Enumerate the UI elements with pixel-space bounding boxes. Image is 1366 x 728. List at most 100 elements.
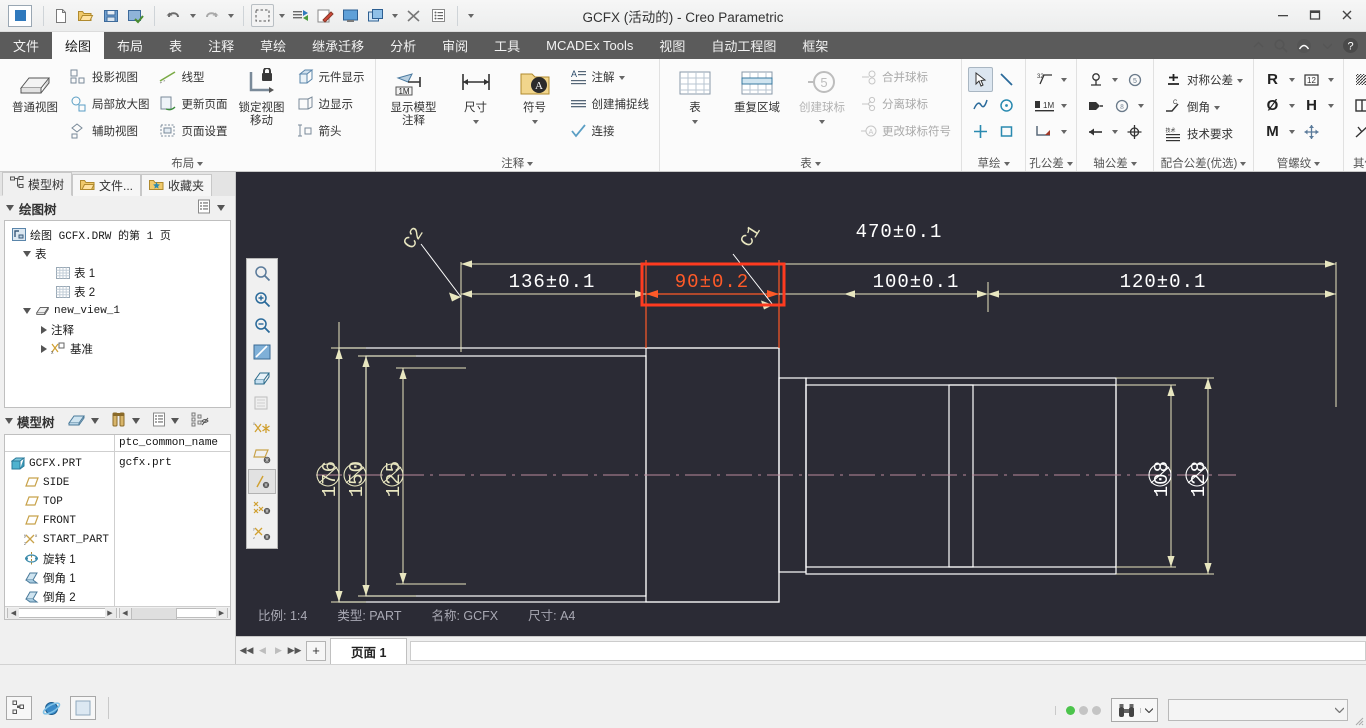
ribbon-group-annotate-title[interactable]: 注释 bbox=[378, 154, 658, 171]
tree-layers-icon[interactable] bbox=[191, 412, 209, 431]
collapse-ribbon-icon[interactable] bbox=[1248, 36, 1268, 56]
note-dropdown-icon[interactable] bbox=[619, 71, 625, 83]
tab-favorites[interactable]: 收藏夹 bbox=[141, 174, 213, 196]
display-style-icon[interactable] bbox=[248, 365, 276, 390]
scroll-right-icon[interactable]: ▶ bbox=[104, 607, 116, 619]
tab-framework[interactable]: 框架 bbox=[789, 32, 841, 59]
undo-icon[interactable] bbox=[162, 4, 185, 27]
arrows-button[interactable]: 箭头 bbox=[292, 118, 369, 144]
show-model-annotations-button[interactable]: 1M 显示模型 注释 bbox=[382, 64, 446, 130]
select-dropdown-icon[interactable] bbox=[276, 4, 287, 27]
web-browser-icon[interactable] bbox=[38, 696, 64, 720]
change-balloon-symbol-button[interactable]: A 更改球标符号 bbox=[855, 118, 955, 144]
chevron-down-icon[interactable] bbox=[5, 418, 13, 424]
tab-view[interactable]: 视图 bbox=[646, 32, 698, 59]
ribbon-group-pipe-thread-title[interactable]: 管螺纹 bbox=[1256, 154, 1341, 171]
chevron-down-icon[interactable] bbox=[6, 205, 14, 211]
chamfer-dropdown-icon[interactable] bbox=[1214, 101, 1220, 113]
select-tool-icon[interactable] bbox=[968, 67, 993, 92]
ribbon-group-other-title[interactable]: 其他 bbox=[1346, 154, 1366, 171]
tab-annotate[interactable]: 注释 bbox=[195, 32, 247, 59]
chevron-down-icon[interactable] bbox=[23, 250, 31, 257]
model-row-side[interactable]: SIDE bbox=[5, 473, 114, 492]
csys-display-icon[interactable]: yz bbox=[248, 521, 276, 546]
drawing-canvas[interactable]: 470±0.1 136±0.1 100±0.1 120±0.1 90±0.2 1… bbox=[236, 172, 1366, 636]
datum-feature-icon[interactable] bbox=[1083, 67, 1108, 92]
balloon-axis-icon[interactable]: 5 bbox=[1122, 67, 1147, 92]
move-dimension-icon[interactable] bbox=[1299, 119, 1324, 144]
tab-sketch[interactable]: 草绘 bbox=[247, 32, 299, 59]
model-row-chamfer-1[interactable]: 倒角 1 bbox=[5, 568, 114, 587]
create-balloon-button[interactable]: 5 创建球标 bbox=[790, 64, 854, 130]
ribbon-group-hole-tolerance-title[interactable]: 孔公差 bbox=[1028, 154, 1074, 171]
basic-dimension-icon[interactable]: 1M bbox=[1032, 93, 1057, 118]
tree-columns-dropdown-icon[interactable] bbox=[170, 418, 179, 424]
close-window-icon[interactable] bbox=[402, 4, 425, 27]
model-tree[interactable]: ptc_common_name GCFX.PRT SIDE TOP FRONT … bbox=[4, 434, 231, 620]
maximize-button[interactable] bbox=[1300, 2, 1330, 28]
datum-feature-dropdown-icon[interactable] bbox=[1109, 67, 1121, 92]
model-display-icon[interactable] bbox=[67, 412, 87, 431]
point-tool-icon[interactable] bbox=[968, 119, 993, 144]
component-display-button[interactable]: 元件显示 bbox=[292, 64, 369, 90]
projection-view-button[interactable]: 投影视图 bbox=[65, 64, 154, 90]
technical-requirements-button[interactable]: 技术 技术要求 bbox=[1160, 121, 1247, 147]
scroll-left-icon[interactable]: ◀ bbox=[8, 607, 19, 619]
symmetric-tolerance-button[interactable]: 对称公差 bbox=[1160, 67, 1247, 93]
switch-window-icon[interactable] bbox=[364, 4, 387, 27]
note-button[interactable]: A 注解 bbox=[565, 64, 654, 90]
find-binoculars-icon[interactable] bbox=[1112, 703, 1140, 718]
annotate-icon[interactable] bbox=[314, 4, 337, 27]
basic-dimension-dropdown-icon[interactable] bbox=[1058, 93, 1070, 118]
metric-thread-dropdown-icon[interactable] bbox=[1286, 119, 1298, 144]
search-icon[interactable] bbox=[1271, 36, 1291, 56]
tab-auto-drawing[interactable]: 自动工程图 bbox=[698, 32, 789, 59]
select-region-icon[interactable] bbox=[251, 4, 274, 27]
tree-node-sheet[interactable]: 绘图 GCFX.DRW 的第 1 页 bbox=[11, 225, 230, 244]
tab-layout[interactable]: 布局 bbox=[104, 32, 156, 59]
hatch-pattern-icon[interactable] bbox=[1350, 67, 1366, 92]
auxiliary-view-button[interactable]: 辅助视图 bbox=[65, 118, 154, 144]
symbol-dropdown-icon[interactable] bbox=[532, 115, 538, 127]
horizontal-scrollbar-right[interactable]: ◀ ▶ bbox=[118, 607, 228, 619]
circle-tool-icon[interactable] bbox=[994, 93, 1019, 118]
model-row-part[interactable]: GCFX.PRT bbox=[5, 454, 114, 473]
scroll-right-icon[interactable]: ▶ bbox=[216, 607, 227, 619]
balloon-ref-dropdown-icon[interactable] bbox=[1135, 93, 1147, 118]
dimension-dropdown-icon[interactable] bbox=[473, 115, 479, 127]
detailed-view-button[interactable]: 局部放大图 bbox=[65, 91, 154, 117]
add-page-button[interactable]: + bbox=[306, 640, 326, 661]
display-toggle-icon[interactable] bbox=[70, 696, 96, 720]
resize-grip[interactable] bbox=[1352, 714, 1364, 726]
lock-view-movement-button[interactable]: 锁定视图 移动 bbox=[233, 64, 291, 130]
help-icon[interactable]: ? bbox=[1340, 36, 1360, 56]
repeat-region-button[interactable]: 重复区域 bbox=[725, 64, 789, 117]
open-file-icon[interactable] bbox=[74, 4, 97, 27]
search-input[interactable] bbox=[1168, 699, 1348, 721]
model-row-chamfer-2[interactable]: 倒角 2 bbox=[5, 587, 114, 606]
tab-table[interactable]: 表 bbox=[156, 32, 195, 59]
connect-button[interactable]: 连接 bbox=[565, 118, 654, 144]
zoom-out-icon[interactable] bbox=[248, 313, 276, 338]
tab-file-browser[interactable]: 文件... bbox=[72, 174, 142, 196]
find-dropdown-icon[interactable] bbox=[1140, 707, 1157, 713]
chamfer-tolerance-dropdown-icon[interactable] bbox=[1058, 119, 1070, 144]
tab-mcadex-tools[interactable]: MCADEx Tools bbox=[533, 32, 646, 59]
creo-app-icon[interactable] bbox=[8, 4, 32, 27]
page-tab-1[interactable]: 页面 1 bbox=[330, 637, 408, 664]
chevron-down-icon[interactable] bbox=[23, 307, 31, 314]
section-view-icon[interactable] bbox=[1350, 93, 1366, 118]
cad-drawing[interactable]: 470±0.1 136±0.1 100±0.1 120±0.1 90±0.2 1… bbox=[236, 172, 1366, 636]
selection-filter-icon[interactable] bbox=[6, 696, 32, 720]
rectangle-tool-icon[interactable] bbox=[994, 119, 1019, 144]
ribbon-group-sketch-title[interactable]: 草绘 bbox=[964, 154, 1023, 171]
center-mark-icon[interactable] bbox=[1122, 119, 1147, 144]
radius-icon[interactable]: R bbox=[1260, 67, 1285, 92]
layer-display-icon[interactable] bbox=[248, 391, 276, 416]
filter-tools-dropdown-icon[interactable] bbox=[131, 418, 140, 424]
leader-arrow-icon[interactable] bbox=[1083, 119, 1108, 144]
model-row-start-part[interactable]: yzx START_PART bbox=[5, 530, 114, 549]
diameter-icon[interactable]: Ø bbox=[1260, 93, 1285, 118]
leader-arrow-dropdown-icon[interactable] bbox=[1109, 119, 1121, 144]
tree-node-annotations[interactable]: 注释 bbox=[11, 320, 230, 339]
